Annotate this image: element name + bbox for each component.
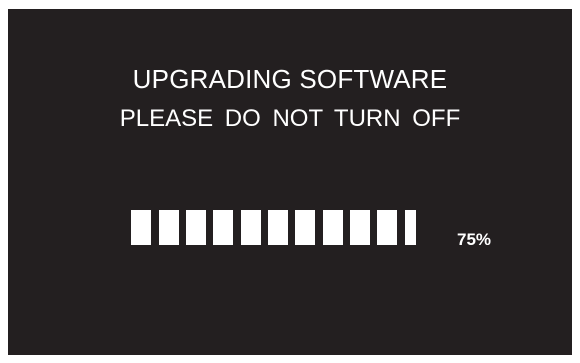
upgrade-warning: PLEASE DO NOT TURN OFF <box>119 105 461 132</box>
progress-segment <box>213 210 233 245</box>
progress-segment <box>159 210 179 245</box>
progress-segment <box>241 210 261 245</box>
upgrade-screen: UPGRADING SOFTWARE PLEASE DO NOT TURN OF… <box>8 9 572 355</box>
progress-segment <box>131 210 151 245</box>
upgrade-title: UPGRADING SOFTWARE <box>132 64 448 94</box>
progress-segment <box>377 210 397 245</box>
progress-segment <box>350 210 370 245</box>
progress-percent: 75% <box>457 230 492 249</box>
progress-segment <box>295 210 315 245</box>
progress-segment <box>268 210 288 245</box>
progress-segment <box>405 210 416 245</box>
progress-segment <box>323 210 343 245</box>
progress-segment <box>186 210 206 245</box>
